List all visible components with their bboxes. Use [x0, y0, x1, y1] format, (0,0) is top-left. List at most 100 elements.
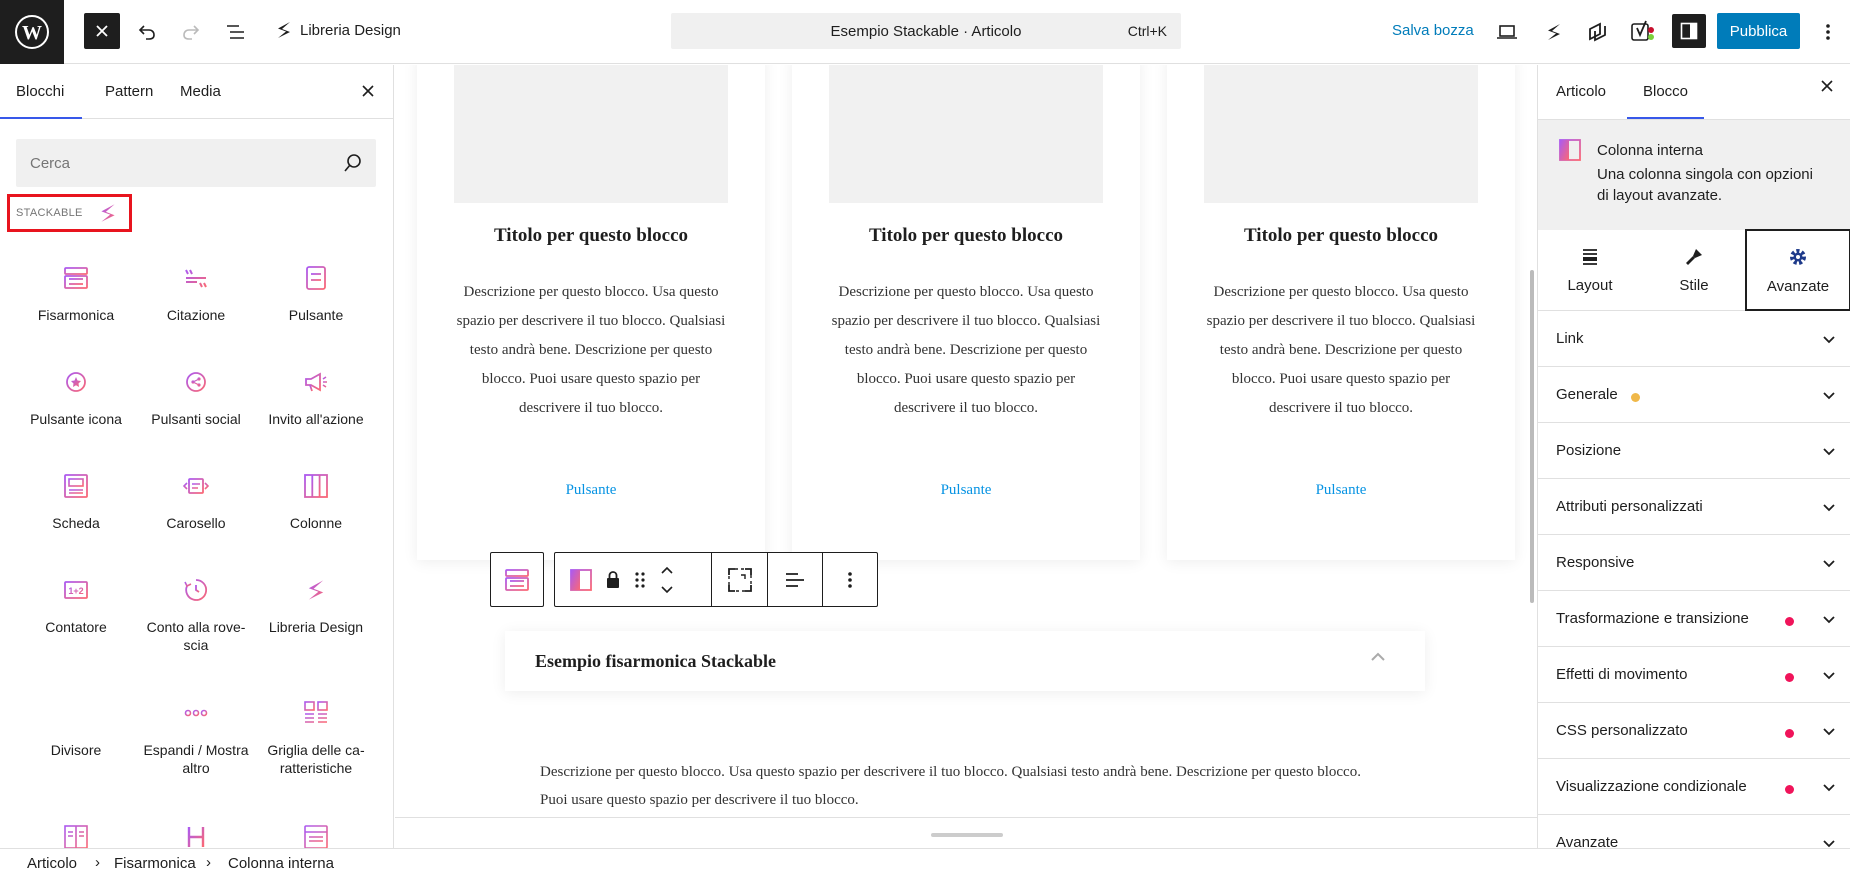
layers-button[interactable] — [1580, 12, 1616, 52]
block-feature[interactable] — [16, 817, 136, 848]
card-title[interactable]: Titolo per questo blocco — [417, 225, 765, 247]
accordion-content[interactable]: Descrizione per questo blocco. Usa quest… — [540, 758, 1390, 814]
chevron-down-icon — [1823, 616, 1835, 624]
close-inserter-button[interactable] — [84, 13, 120, 49]
card-title[interactable]: Titolo per questo blocco — [1167, 225, 1515, 247]
lock-icon[interactable] — [605, 570, 621, 590]
tab-blocks[interactable]: Blocchi — [0, 83, 83, 119]
panel-link[interactable]: Link — [1538, 311, 1850, 367]
card-column[interactable]: Titolo per questo blocco Descrizione per… — [792, 65, 1140, 560]
paintbrush-icon — [1686, 248, 1702, 265]
chevron-down-icon — [1823, 560, 1835, 568]
block-call-to-action[interactable]: Invito all'azione — [256, 362, 376, 428]
yoast-seo-button[interactable] — [1625, 12, 1661, 52]
command-palette[interactable]: Esempio Stackable · Articolo Ctrl+K — [671, 13, 1181, 49]
chevron-up-icon[interactable] — [1369, 651, 1387, 663]
redo-button[interactable] — [173, 12, 209, 52]
publish-button[interactable]: Pubblica — [1717, 13, 1800, 49]
tab-block[interactable]: Blocco — [1626, 83, 1705, 119]
select-block-button[interactable] — [712, 553, 768, 606]
block-hero[interactable] — [256, 817, 376, 848]
breadcrumb-item[interactable]: Articolo — [27, 855, 77, 872]
panel-motion-effects[interactable]: Effetti di movimento — [1538, 647, 1850, 703]
document-overview-button[interactable] — [218, 12, 254, 52]
block-icon-button[interactable]: Pulsante icona — [16, 362, 136, 428]
block-accordion[interactable]: Fisarmonica — [16, 258, 136, 324]
accordion-title[interactable]: Esempio fisarmonica Stackable — [535, 651, 776, 672]
card-column[interactable]: Titolo per questo blocco Descrizione per… — [1167, 65, 1515, 560]
chevron-down-icon — [1823, 784, 1835, 792]
card-button[interactable]: Pulsante — [792, 482, 1140, 499]
block-countdown[interactable]: Conto alla rove-scia — [136, 570, 256, 654]
tab-patterns[interactable]: Pattern — [105, 83, 153, 100]
panel-custom-css[interactable]: CSS personalizzato — [1538, 703, 1850, 759]
move-up-down-icon[interactable] — [659, 563, 675, 597]
panel-responsive[interactable]: Responsive — [1538, 535, 1850, 591]
wordpress-logo-icon[interactable]: W — [0, 0, 64, 64]
card-button[interactable]: Pulsante — [1167, 482, 1515, 499]
modified-indicator — [1785, 729, 1794, 738]
parent-block-selector[interactable] — [490, 552, 544, 607]
breadcrumb-item[interactable]: Fisarmonica — [114, 855, 196, 872]
editor-canvas[interactable]: Titolo per questo blocco Descrizione per… — [395, 65, 1537, 848]
block-counter[interactable]: 1+2 Contatore — [16, 570, 136, 636]
search-input[interactable] — [16, 139, 336, 187]
social-buttons-icon — [186, 372, 206, 392]
block-options-button[interactable] — [823, 553, 877, 606]
card-description[interactable]: Descrizione per questo blocco. Usa quest… — [829, 278, 1103, 423]
block-social-buttons[interactable]: Pulsanti social — [136, 362, 256, 428]
card-column[interactable]: Titolo per questo blocco Descrizione per… — [417, 65, 765, 560]
align-button[interactable] — [768, 553, 823, 606]
card-description[interactable]: Descrizione per questo blocco. Usa quest… — [454, 278, 728, 423]
accordion-header[interactable]: Esempio fisarmonica Stackable — [505, 631, 1425, 691]
select-parent-button[interactable] — [491, 553, 543, 606]
block-label: Scheda — [52, 515, 100, 531]
tab-media[interactable]: Media — [180, 83, 221, 100]
image-placeholder[interactable] — [829, 65, 1103, 203]
block-quote[interactable]: Citazione — [136, 258, 256, 324]
undo-button[interactable] — [129, 12, 165, 52]
panel-label: Avanzate — [1556, 834, 1619, 848]
save-draft-button[interactable]: Salva bozza — [1392, 22, 1474, 39]
stackable-settings-button[interactable] — [1536, 12, 1572, 52]
panel-transform-transition[interactable]: Trasformazione e transizione — [1538, 591, 1850, 647]
block-columns[interactable]: Colonne — [256, 466, 376, 532]
block-divider[interactable]: Divisore — [16, 693, 136, 759]
block-label: Carosello — [166, 515, 226, 531]
panel-custom-attributes[interactable]: Attributi personalizzati — [1538, 479, 1850, 535]
design-library-button[interactable]: Libreria Design — [274, 20, 401, 40]
options-menu-button[interactable] — [1810, 12, 1846, 52]
block-card[interactable]: Scheda — [16, 466, 136, 532]
panel-position[interactable]: Posizione — [1538, 423, 1850, 479]
card-title[interactable]: Titolo per questo blocco — [792, 225, 1140, 247]
preview-button[interactable] — [1489, 12, 1525, 52]
image-placeholder[interactable] — [454, 65, 728, 203]
close-panel-button[interactable] — [356, 79, 380, 103]
block-feature-grid[interactable]: Griglia delle ca-ratteristiche — [256, 693, 376, 777]
tab-style[interactable]: Stile — [1642, 229, 1746, 311]
card-button[interactable]: Pulsante — [417, 482, 765, 499]
tab-layout[interactable]: Layout — [1538, 229, 1642, 311]
block-heading[interactable] — [136, 817, 256, 848]
svg-text:W: W — [22, 22, 42, 44]
block-button[interactable]: Pulsante — [256, 258, 376, 324]
block-design-library[interactable]: Libreria Design — [256, 570, 376, 636]
panel-general[interactable]: Generale — [1538, 367, 1850, 423]
drag-handle-icon[interactable] — [633, 570, 647, 590]
tab-post[interactable]: Articolo — [1556, 83, 1606, 100]
tab-advanced[interactable]: Avanzate — [1745, 229, 1850, 311]
card-description[interactable]: Descrizione per questo blocco. Usa quest… — [1204, 278, 1478, 423]
inner-column-icon[interactable] — [569, 568, 593, 592]
close-icon[interactable] — [1820, 79, 1834, 93]
chevron-down-icon — [1823, 504, 1835, 512]
block-expand[interactable]: Espandi / Mostra altro — [136, 693, 256, 777]
image-placeholder[interactable] — [1204, 65, 1478, 203]
block-title: Colonna interna — [1597, 142, 1703, 159]
block-carousel[interactable]: Carosello — [136, 466, 256, 532]
search-icon — [344, 154, 361, 172]
settings-sidebar-toggle[interactable] — [1672, 14, 1706, 48]
canvas-scrollbar[interactable] — [1530, 270, 1534, 603]
panel-advanced[interactable]: Avanzate — [1538, 815, 1850, 848]
panel-conditional-display[interactable]: Visualizzazione condizionale — [1538, 759, 1850, 815]
resize-handle[interactable] — [931, 833, 1003, 837]
